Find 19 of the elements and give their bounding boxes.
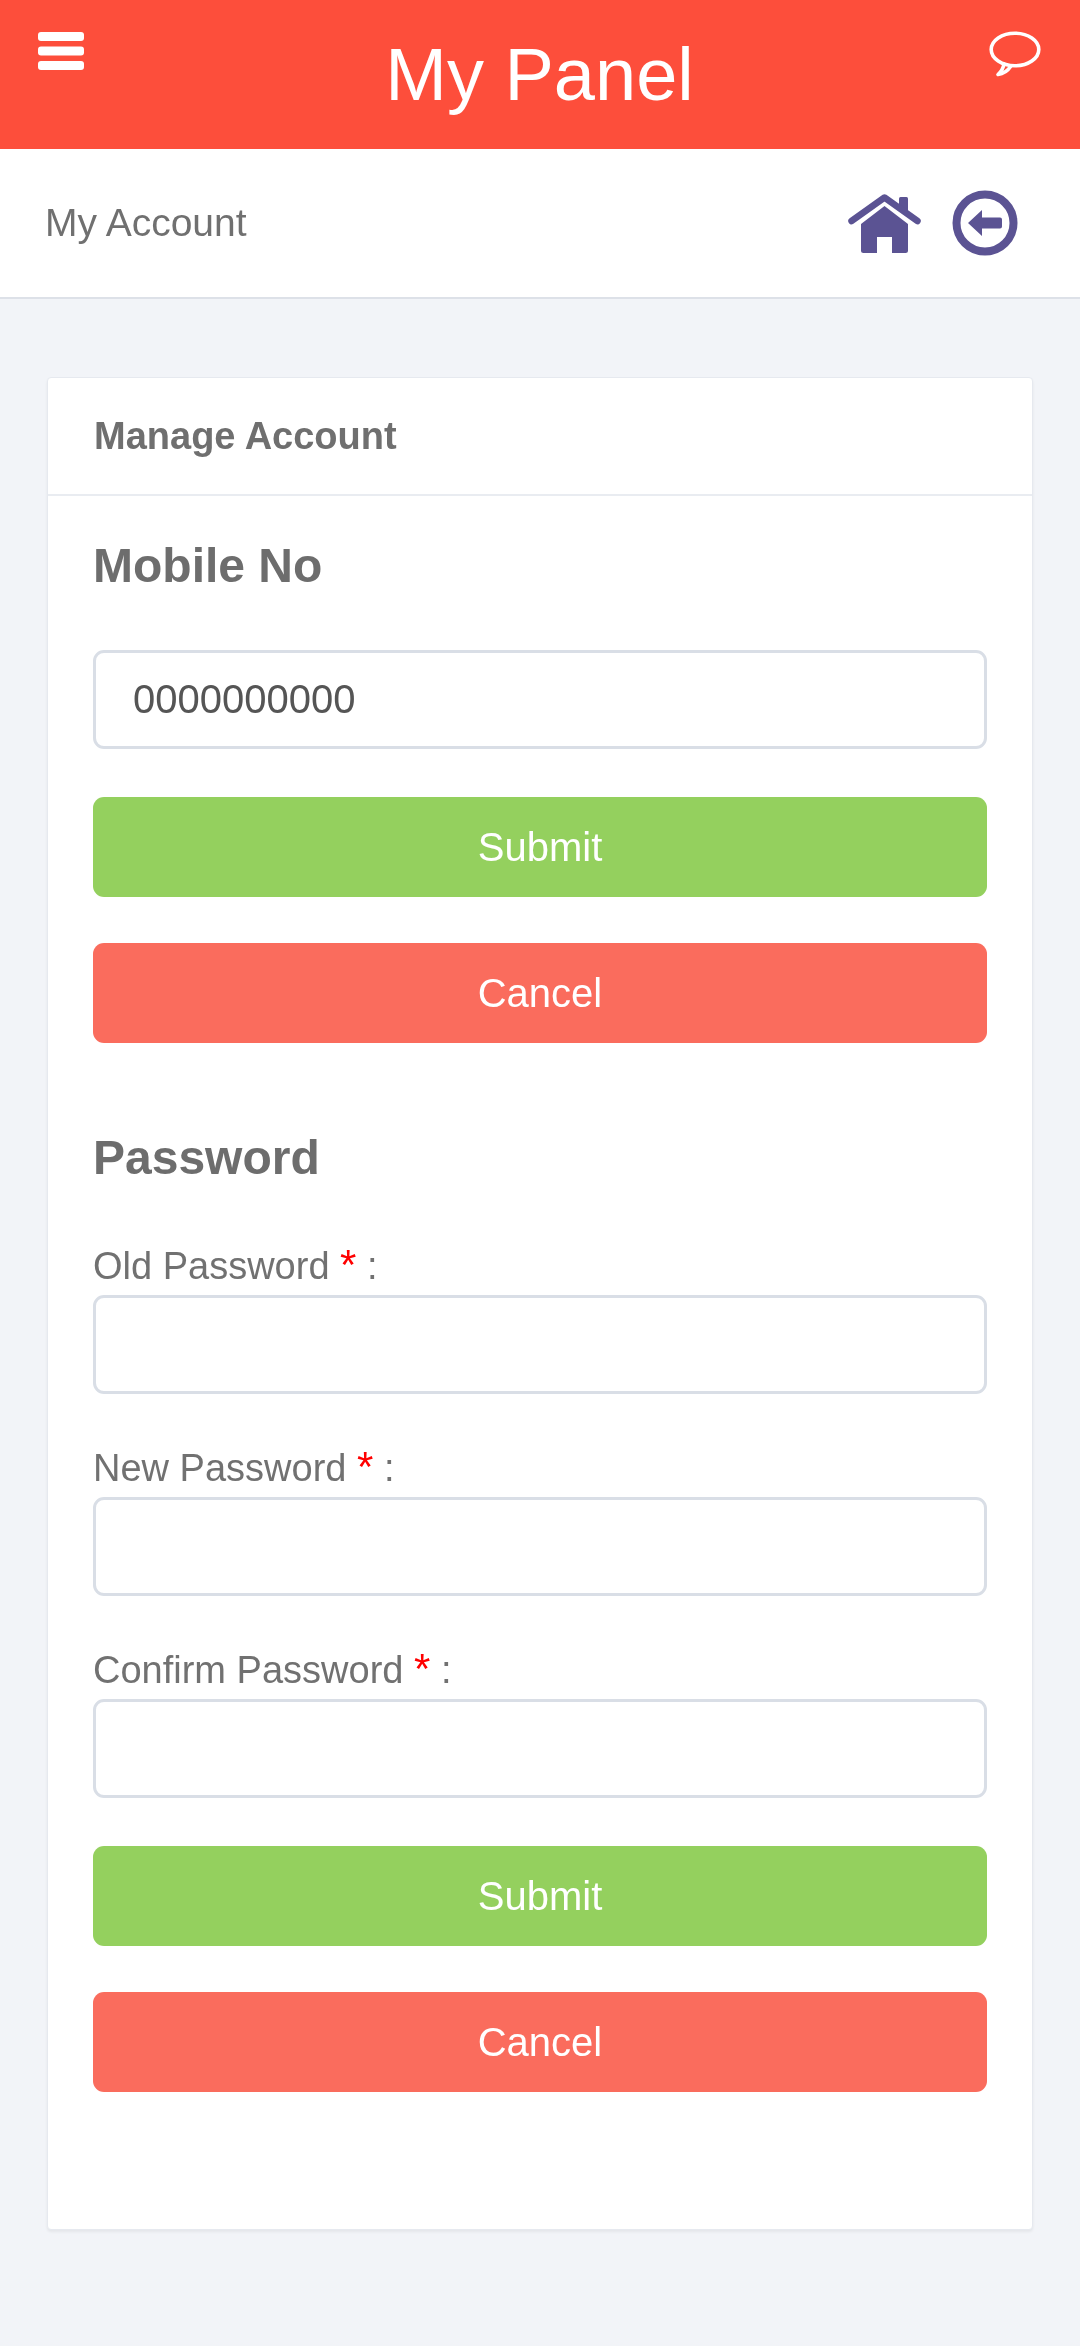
field-label: New Password * : <box>93 1444 396 1491</box>
input-field[interactable] <box>93 1295 987 1394</box>
input-field[interactable]: 0000000000 <box>93 650 987 749</box>
page-title: My Account <box>45 201 247 245</box>
menu-icon[interactable] <box>38 32 84 70</box>
cancel-button[interactable]: Cancel <box>93 943 987 1043</box>
chat-bubble-icon[interactable] <box>989 31 1041 77</box>
input-field[interactable] <box>93 1497 987 1596</box>
card-title: Manage Account <box>94 414 397 458</box>
submit-button[interactable]: Submit <box>93 797 987 897</box>
input-field[interactable] <box>93 1699 987 1798</box>
submit-button[interactable]: Submit <box>93 1846 987 1946</box>
section-heading: Password <box>93 1130 321 1186</box>
field-label: Old Password * : <box>93 1242 379 1289</box>
cancel-button[interactable]: Cancel <box>93 1992 987 2092</box>
app-title: My Panel <box>385 32 694 118</box>
section-heading: Mobile No <box>93 538 324 594</box>
field-label: Confirm Password * : <box>93 1646 453 1693</box>
home-icon[interactable] <box>848 193 921 253</box>
